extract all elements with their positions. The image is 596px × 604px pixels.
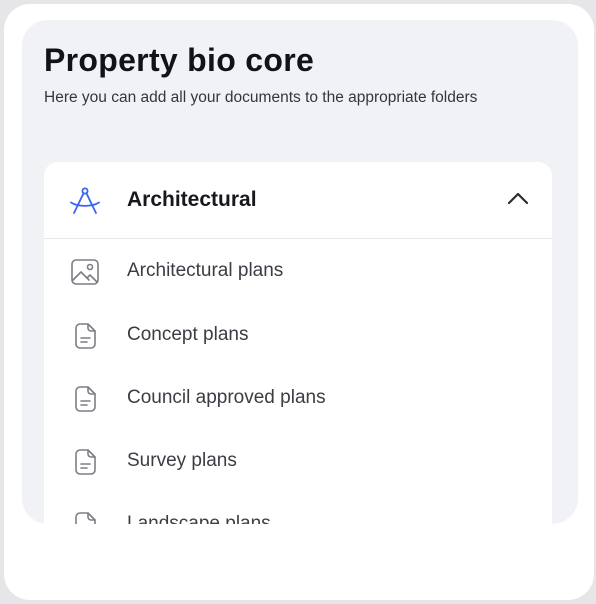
document-item-label: Concept plans: [127, 324, 249, 345]
drafting-compass-icon: [68, 186, 102, 216]
architectural-accordion: Architectural Architectural plans Concep…: [44, 162, 552, 524]
accordion-title: Architectural: [127, 188, 257, 211]
document-item-label: Architectural plans: [127, 260, 284, 281]
document-item-council-approved-plans[interactable]: Council approved plans: [44, 365, 552, 428]
document-item-label: Survey plans: [127, 450, 237, 471]
document-item-concept-plans[interactable]: Concept plans: [44, 302, 552, 365]
page-subtitle: Here you can add all your documents to t…: [44, 89, 478, 106]
document-item-label: Council approved plans: [127, 387, 326, 408]
property-bio-panel: Property bio core Here you can add all y…: [22, 20, 578, 524]
document-icon: [70, 321, 100, 351]
document-icon: [70, 447, 100, 477]
chevron-up-icon[interactable]: [506, 189, 530, 209]
document-item-survey-plans[interactable]: Survey plans: [44, 428, 552, 491]
document-folder-list: Architectural plans Concept plans Counci…: [44, 239, 552, 524]
document-item-label: Landscape plans: [127, 513, 271, 524]
document-icon: [70, 510, 100, 524]
document-item-landscape-plans[interactable]: Landscape plans: [44, 491, 552, 524]
document-item-architectural-plans[interactable]: Architectural plans: [44, 239, 552, 302]
document-icon: [70, 384, 100, 414]
page-title: Property bio core: [44, 42, 315, 78]
outer-card: Property bio core Here you can add all y…: [4, 4, 594, 600]
accordion-header-architectural[interactable]: Architectural: [44, 162, 552, 239]
image-icon: [70, 257, 100, 287]
